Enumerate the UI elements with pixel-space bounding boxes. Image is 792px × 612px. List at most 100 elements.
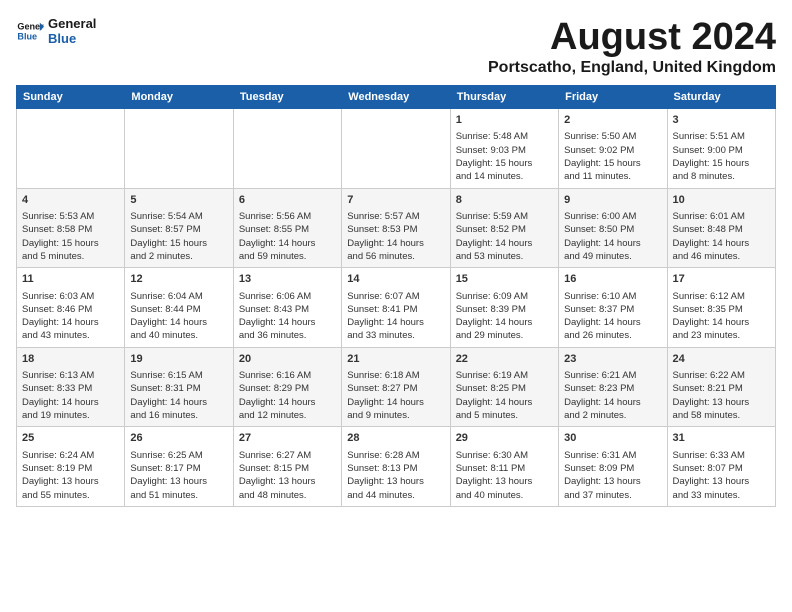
header-wednesday: Wednesday — [342, 86, 450, 109]
day-info: Sunrise: 6:00 AM Sunset: 8:50 PM Dayligh… — [564, 210, 661, 263]
calendar-cell: 23 Sunrise: 6:21 AM Sunset: 8:23 PM Dayli… — [559, 347, 667, 427]
calendar-cell: 6 Sunrise: 5:56 AM Sunset: 8:55 PM Daylig… — [233, 188, 341, 268]
day-info: Sunrise: 5:54 AM Sunset: 8:57 PM Dayligh… — [130, 210, 227, 263]
logo-general: General — [48, 16, 96, 31]
logo-blue: Blue — [48, 31, 96, 46]
day-info: Sunrise: 6:21 AM Sunset: 8:23 PM Dayligh… — [564, 369, 661, 422]
day-number: 1 — [456, 113, 553, 128]
calendar-cell: 13Sunrise: 6:06 AM Sunset: 8:43 PM Dayli… — [233, 268, 341, 348]
calendar-subtitle: Portscatho, England, United Kingdom — [488, 59, 776, 77]
calendar-cell: 11 Sunrise: 6:03 AM Sunset: 8:46 PM Dayli… — [17, 268, 125, 348]
day-info: Sunrise: 6:30 AM Sunset: 8:11 PM Dayligh… — [456, 449, 553, 502]
day-info: Sunrise: 6:01 AM Sunset: 8:48 PM Dayligh… — [673, 210, 770, 263]
week-row-3: 11 Sunrise: 6:03 AM Sunset: 8:46 PM Dayli… — [17, 268, 776, 348]
day-number: 16 — [564, 272, 661, 287]
svg-text:Blue: Blue — [17, 31, 37, 41]
day-info: Sunrise: 6:16 AM Sunset: 8:29 PM Dayligh… — [239, 369, 336, 422]
day-info: Sunrise: 6:19 AM Sunset: 8:25 PM Dayligh… — [456, 369, 553, 422]
day-info: Sunrise: 5:50 AM Sunset: 9:02 PM Dayligh… — [564, 130, 661, 183]
calendar-header-row: SundayMondayTuesdayWednesdayThursdayFrid… — [17, 86, 776, 109]
week-row-4: 18Sunrise: 6:13 AM Sunset: 8:33 PM Dayli… — [17, 347, 776, 427]
day-number: 15 — [456, 272, 553, 287]
day-info: Sunrise: 5:56 AM Sunset: 8:55 PM Dayligh… — [239, 210, 336, 263]
day-number: 23 — [564, 352, 661, 367]
day-info: Sunrise: 6:31 AM Sunset: 8:09 PM Dayligh… — [564, 449, 661, 502]
header-sunday: Sunday — [17, 86, 125, 109]
calendar-cell: 16Sunrise: 6:10 AM Sunset: 8:37 PM Dayli… — [559, 268, 667, 348]
day-info: Sunrise: 5:59 AM Sunset: 8:52 PM Dayligh… — [456, 210, 553, 263]
calendar-cell: 12 Sunrise: 6:04 AM Sunset: 8:44 PM Dayli… — [125, 268, 233, 348]
calendar-cell: 21 Sunrise: 6:18 AM Sunset: 8:27 PM Dayli… — [342, 347, 450, 427]
day-number: 5 — [130, 193, 227, 208]
calendar-cell: 17Sunrise: 6:12 AM Sunset: 8:35 PM Dayli… — [667, 268, 775, 348]
header-tuesday: Tuesday — [233, 86, 341, 109]
day-info: Sunrise: 6:24 AM Sunset: 8:19 PM Dayligh… — [22, 449, 119, 502]
day-number: 8 — [456, 193, 553, 208]
day-number: 14 — [347, 272, 444, 287]
day-number: 7 — [347, 193, 444, 208]
day-number: 10 — [673, 193, 770, 208]
day-number: 12 — [130, 272, 227, 287]
calendar-title: August 2024 — [488, 16, 776, 59]
calendar-cell: 9 Sunrise: 6:00 AM Sunset: 8:50 PM Daylig… — [559, 188, 667, 268]
day-number: 18 — [22, 352, 119, 367]
calendar-table: SundayMondayTuesdayWednesdayThursdayFrid… — [16, 85, 776, 507]
day-info: Sunrise: 6:22 AM Sunset: 8:21 PM Dayligh… — [673, 369, 770, 422]
header-monday: Monday — [125, 86, 233, 109]
calendar-cell: 19 Sunrise: 6:15 AM Sunset: 8:31 PM Dayli… — [125, 347, 233, 427]
logo-icon: General Blue — [16, 17, 44, 45]
day-info: Sunrise: 5:51 AM Sunset: 9:00 PM Dayligh… — [673, 130, 770, 183]
week-row-5: 25 Sunrise: 6:24 AM Sunset: 8:19 PM Dayli… — [17, 427, 776, 507]
calendar-cell: 3 Sunrise: 5:51 AM Sunset: 9:00 PM Daylig… — [667, 109, 775, 189]
calendar-cell: 29 Sunrise: 6:30 AM Sunset: 8:11 PM Dayli… — [450, 427, 558, 507]
day-number: 4 — [22, 193, 119, 208]
calendar-cell: 2 Sunrise: 5:50 AM Sunset: 9:02 PM Daylig… — [559, 109, 667, 189]
week-row-2: 4 Sunrise: 5:53 AM Sunset: 8:58 PM Daylig… — [17, 188, 776, 268]
calendar-cell: 14 Sunrise: 6:07 AM Sunset: 8:41 PM Dayli… — [342, 268, 450, 348]
day-info: Sunrise: 6:03 AM Sunset: 8:46 PM Dayligh… — [22, 290, 119, 343]
day-number: 3 — [673, 113, 770, 128]
day-info: Sunrise: 6:04 AM Sunset: 8:44 PM Dayligh… — [130, 290, 227, 343]
day-info: Sunrise: 6:07 AM Sunset: 8:41 PM Dayligh… — [347, 290, 444, 343]
calendar-cell — [342, 109, 450, 189]
week-row-1: 1 Sunrise: 5:48 AM Sunset: 9:03 PM Daylig… — [17, 109, 776, 189]
calendar-cell: 1 Sunrise: 5:48 AM Sunset: 9:03 PM Daylig… — [450, 109, 558, 189]
day-number: 13 — [239, 272, 336, 287]
day-number: 24 — [673, 352, 770, 367]
day-number: 9 — [564, 193, 661, 208]
day-number: 25 — [22, 431, 119, 446]
day-number: 21 — [347, 352, 444, 367]
day-info: Sunrise: 6:18 AM Sunset: 8:27 PM Dayligh… — [347, 369, 444, 422]
calendar-cell — [17, 109, 125, 189]
day-info: Sunrise: 6:27 AM Sunset: 8:15 PM Dayligh… — [239, 449, 336, 502]
calendar-cell — [125, 109, 233, 189]
day-number: 31 — [673, 431, 770, 446]
calendar-cell: 26 Sunrise: 6:25 AM Sunset: 8:17 PM Dayli… — [125, 427, 233, 507]
day-number: 26 — [130, 431, 227, 446]
header-friday: Friday — [559, 86, 667, 109]
day-number: 17 — [673, 272, 770, 287]
day-info: Sunrise: 6:25 AM Sunset: 8:17 PM Dayligh… — [130, 449, 227, 502]
header-thursday: Thursday — [450, 86, 558, 109]
header-saturday: Saturday — [667, 86, 775, 109]
day-info: Sunrise: 6:33 AM Sunset: 8:07 PM Dayligh… — [673, 449, 770, 502]
day-number: 11 — [22, 272, 119, 287]
day-number: 2 — [564, 113, 661, 128]
day-info: Sunrise: 5:53 AM Sunset: 8:58 PM Dayligh… — [22, 210, 119, 263]
calendar-cell: 31 Sunrise: 6:33 AM Sunset: 8:07 PM Dayli… — [667, 427, 775, 507]
calendar-cell: 4 Sunrise: 5:53 AM Sunset: 8:58 PM Daylig… — [17, 188, 125, 268]
day-number: 30 — [564, 431, 661, 446]
day-info: Sunrise: 6:15 AM Sunset: 8:31 PM Dayligh… — [130, 369, 227, 422]
day-info: Sunrise: 6:09 AM Sunset: 8:39 PM Dayligh… — [456, 290, 553, 343]
logo: General Blue General Blue — [16, 16, 96, 46]
day-number: 29 — [456, 431, 553, 446]
calendar-cell — [233, 109, 341, 189]
day-info: Sunrise: 5:48 AM Sunset: 9:03 PM Dayligh… — [456, 130, 553, 183]
day-number: 20 — [239, 352, 336, 367]
calendar-cell: 28Sunrise: 6:28 AM Sunset: 8:13 PM Dayli… — [342, 427, 450, 507]
day-info: Sunrise: 6:28 AM Sunset: 8:13 PM Dayligh… — [347, 449, 444, 502]
day-number: 6 — [239, 193, 336, 208]
day-number: 19 — [130, 352, 227, 367]
calendar-cell: 30 Sunrise: 6:31 AM Sunset: 8:09 PM Dayli… — [559, 427, 667, 507]
calendar-cell: 8 Sunrise: 5:59 AM Sunset: 8:52 PM Daylig… — [450, 188, 558, 268]
